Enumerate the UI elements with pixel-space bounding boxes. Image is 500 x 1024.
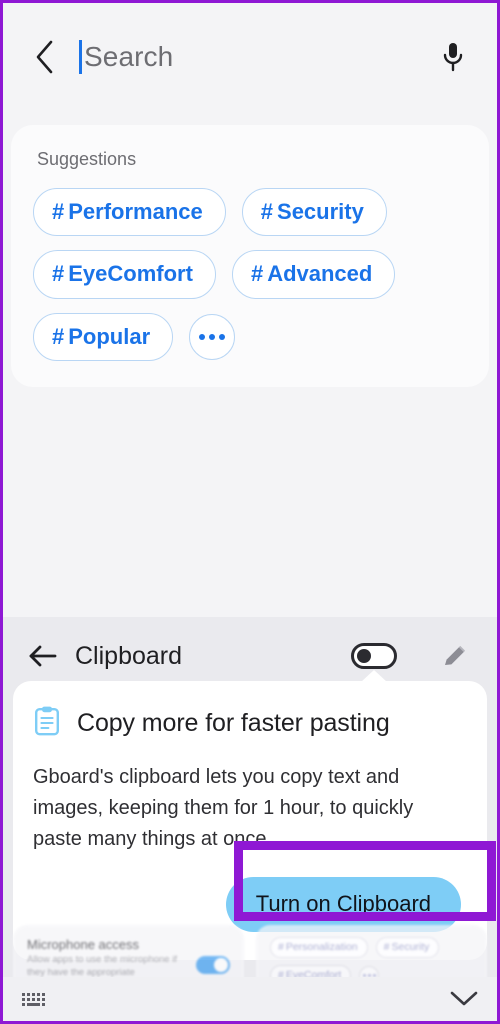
clipboard-icon	[33, 705, 61, 742]
chip-row: # Performance # Security	[33, 188, 467, 237]
ellipsis-icon[interactable]	[189, 313, 236, 360]
chevron-down-icon[interactable]	[449, 990, 479, 1008]
chip-label: Security	[277, 199, 364, 224]
promo-body: Gboard's clipboard lets you copy text an…	[33, 766, 414, 850]
hash-symbol: #	[278, 941, 284, 953]
suggestion-chip-list: # Performance # Security # EyeComfort # Adva…	[33, 188, 467, 361]
chevron-left-icon[interactable]	[29, 39, 59, 75]
dot	[199, 333, 206, 340]
background-chip-security[interactable]: # Security	[375, 937, 440, 958]
hash-symbol: #	[250, 261, 264, 287]
suggestion-chip-performance[interactable]: # Performance	[33, 188, 226, 237]
microphone-icon[interactable]	[433, 36, 473, 78]
microphone-access-toggle[interactable]	[196, 955, 230, 974]
clipboard-panel: Clipboard Copy more for faster pasting G…	[3, 617, 497, 1021]
suggestion-chip-eyecomfort[interactable]: # EyeComfort	[33, 250, 216, 299]
clipboard-toggle[interactable]	[351, 643, 397, 669]
promo-action-row: Turn on Clipboard	[33, 877, 465, 932]
turn-on-clipboard-button[interactable]: Turn on Clipboard	[225, 877, 461, 932]
bottom-navigation-bar	[3, 977, 497, 1021]
hash-symbol: #	[52, 261, 65, 287]
chip-label: Performance	[68, 199, 203, 224]
keyboard-icon[interactable]	[21, 990, 49, 1008]
pencil-icon[interactable]	[437, 638, 473, 674]
chip-label: EyeComfort	[68, 261, 193, 287]
hash-symbol: #	[52, 323, 65, 349]
clipboard-promo-card: Copy more for faster pasting Gboard's cl…	[13, 670, 487, 960]
promo-title: Copy more for faster pasting	[77, 709, 390, 737]
search-screen: Search Suggestions # Performance # Secur…	[3, 3, 497, 617]
search-bar: Search	[3, 3, 497, 111]
chip-row: # Popular	[33, 312, 467, 361]
clipboard-title: Clipboard	[75, 641, 183, 670]
dot	[219, 333, 226, 340]
suggestions-card: Suggestions # Performance # Security # EyeC…	[11, 125, 489, 387]
suggestions-title: Suggestions	[37, 149, 137, 169]
suggestion-chip-advanced[interactable]: # Advanced	[231, 250, 396, 299]
chip-label: Popular	[68, 323, 151, 349]
background-chip-personalization[interactable]: # Personalization	[270, 937, 368, 958]
phone-screenshot: Search Suggestions # Performance # Secur…	[0, 0, 500, 1024]
chip-label: Advanced	[267, 261, 373, 287]
search-input[interactable]: Search	[79, 35, 433, 79]
search-placeholder: Search	[84, 41, 174, 72]
chip-label: Personalization	[285, 941, 358, 953]
dot	[209, 333, 216, 340]
promo-header: Copy more for faster pasting	[33, 705, 465, 742]
toggle-knob	[357, 649, 371, 663]
chip-label: Security	[391, 941, 430, 953]
hash-symbol: #	[383, 941, 390, 953]
text-caret	[79, 40, 82, 74]
arrow-left-icon[interactable]	[21, 635, 63, 677]
hash-symbol: #	[52, 199, 65, 224]
chip-row: # Personalization # Security	[270, 937, 473, 958]
hash-symbol: #	[260, 199, 274, 224]
microphone-access-title: Microphone access	[27, 937, 139, 952]
suggestion-chip-popular[interactable]: # Popular	[33, 312, 174, 361]
chip-row: # EyeComfort # Advanced	[33, 250, 467, 299]
suggestion-chip-security[interactable]: # Security	[241, 188, 387, 237]
toggle-knob	[214, 957, 228, 972]
